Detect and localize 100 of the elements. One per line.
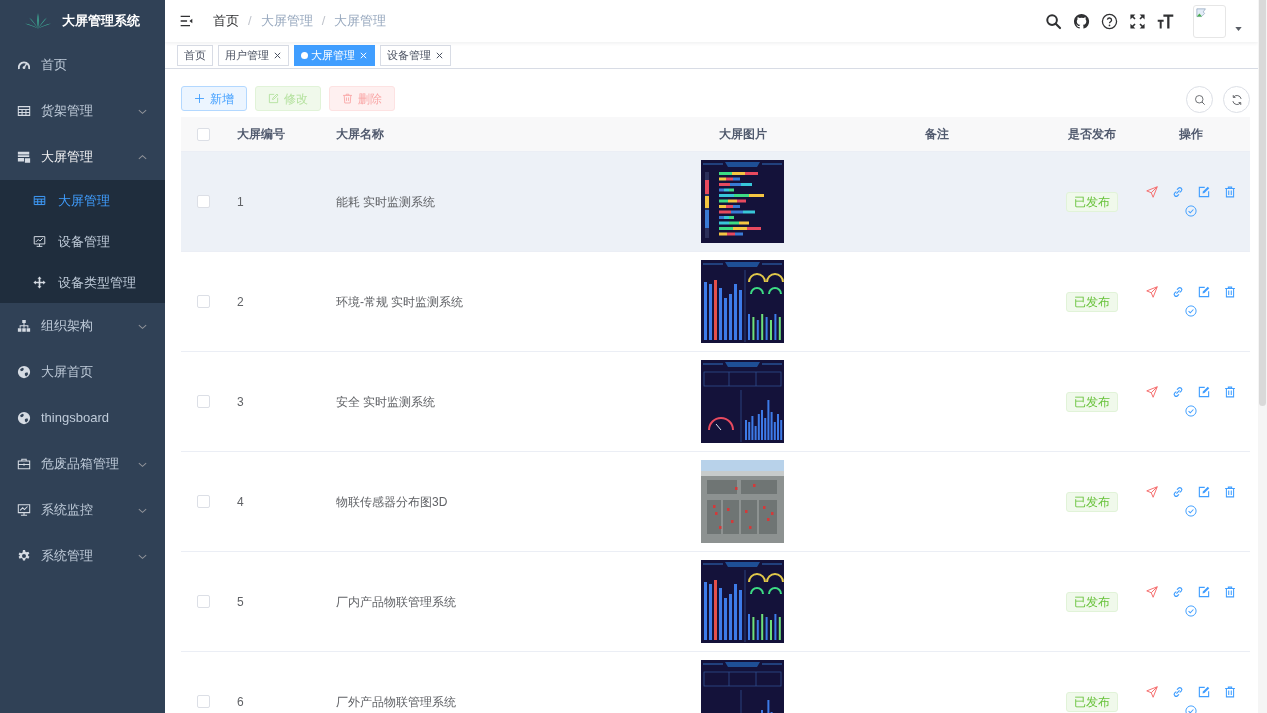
check-circle-icon[interactable] — [1185, 505, 1197, 517]
menu-item[interactable]: 系统管理 — [0, 533, 165, 579]
help-icon[interactable] — [1101, 12, 1118, 30]
delete-icon[interactable] — [1224, 486, 1236, 498]
table-icon — [33, 194, 46, 207]
send-icon[interactable] — [1146, 486, 1158, 498]
link-icon[interactable] — [1172, 286, 1184, 298]
table-cell-text: 1 — [236, 193, 244, 210]
checkbox[interactable] — [197, 395, 210, 408]
fullscreen-icon[interactable] — [1129, 12, 1146, 30]
menu-item[interactable]: 组织架构 — [0, 303, 165, 349]
search-toggle-button[interactable] — [1186, 86, 1213, 113]
gauge-icon — [17, 58, 31, 72]
caret-down-icon[interactable] — [1235, 27, 1242, 31]
trash-icon — [342, 93, 353, 104]
tab[interactable]: 设备管理 — [380, 44, 451, 66]
table-cell-text: 安全 实时监测系统 — [335, 393, 436, 410]
menu-item[interactable]: 危废品箱管理 — [0, 441, 165, 487]
tab[interactable]: 首页 — [177, 44, 213, 66]
menu-item[interactable]: 大屏管理 — [0, 134, 165, 180]
send-icon[interactable] — [1146, 186, 1158, 198]
checkbox[interactable] — [197, 295, 210, 308]
delete-icon[interactable] — [1224, 386, 1236, 398]
link-icon[interactable] — [1172, 486, 1184, 498]
breadcrumb-item: 大屏管理 — [334, 12, 387, 31]
link-icon[interactable] — [1172, 586, 1184, 598]
avatar-image[interactable] — [1193, 4, 1226, 38]
status-tag: 已发布 — [1066, 691, 1118, 712]
send-icon[interactable] — [1146, 586, 1158, 598]
breadcrumb-separator: / — [248, 12, 252, 31]
hierarchy-icon — [17, 319, 31, 333]
link-icon[interactable] — [1172, 386, 1184, 398]
delete-icon[interactable] — [1224, 586, 1236, 598]
table-cell-text: 环境-常规 实时监测系统 — [335, 293, 464, 310]
submenu-item[interactable]: 设备管理 — [0, 221, 165, 262]
globe-icon — [17, 411, 31, 425]
font-size-icon[interactable] — [1157, 12, 1174, 30]
menu-item[interactable]: 大屏首页 — [0, 349, 165, 395]
check-circle-icon[interactable] — [1185, 205, 1197, 217]
table-cell-text: 5 — [236, 593, 244, 610]
menu-item[interactable]: 货架管理 — [0, 88, 165, 134]
edit-icon[interactable] — [1198, 186, 1210, 198]
link-icon[interactable] — [1172, 186, 1184, 198]
check-circle-icon[interactable] — [1185, 405, 1197, 417]
delete-icon[interactable] — [1224, 186, 1236, 198]
table-cell-text: 6 — [236, 693, 244, 710]
edit-icon[interactable] — [1198, 586, 1210, 598]
send-icon[interactable] — [1146, 286, 1158, 298]
menu-item[interactable]: 首页 — [0, 42, 165, 88]
close-icon[interactable] — [435, 50, 444, 60]
status-tag: 已发布 — [1066, 391, 1118, 412]
status-tag: 已发布 — [1066, 191, 1118, 212]
status-tag: 已发布 — [1066, 291, 1118, 312]
scrollbar-thumb[interactable] — [1259, 0, 1266, 406]
close-icon[interactable] — [273, 50, 282, 60]
delete-icon[interactable] — [1224, 686, 1236, 698]
edit-icon[interactable] — [1198, 286, 1210, 298]
table-cell-text: 厂内产品物联管理系统 — [335, 593, 456, 610]
link-icon[interactable] — [1172, 686, 1184, 698]
checkbox[interactable] — [197, 595, 210, 608]
menu-item[interactable]: thingsboard — [0, 395, 165, 441]
search-icon[interactable] — [1045, 12, 1062, 30]
delete-icon[interactable] — [1224, 286, 1236, 298]
breadcrumb-link[interactable]: 首页 — [213, 11, 239, 31]
column-header: 操作 — [1179, 126, 1204, 143]
edit-icon[interactable] — [1198, 686, 1210, 698]
tab[interactable]: 用户管理 — [218, 44, 289, 66]
broken-image-icon — [1196, 7, 1208, 20]
table-cell-text: 厂外产品物联管理系统 — [335, 693, 456, 710]
column-header: 大屏编号 — [236, 126, 285, 143]
column-header: 备注 — [925, 126, 949, 143]
checkbox[interactable] — [197, 495, 210, 508]
edit-icon[interactable] — [1198, 386, 1210, 398]
search-icon — [1193, 93, 1206, 106]
send-icon[interactable] — [1146, 386, 1158, 398]
checkbox[interactable] — [197, 195, 210, 208]
submenu-item[interactable]: 设备类型管理 — [0, 262, 165, 303]
github-icon[interactable] — [1073, 12, 1090, 30]
table-cell-text: 2 — [236, 293, 244, 310]
check-circle-icon[interactable] — [1185, 305, 1197, 317]
monitor-chart-icon — [17, 503, 31, 517]
checkbox[interactable] — [197, 695, 210, 708]
checkbox[interactable] — [197, 127, 210, 141]
globe-icon — [17, 365, 31, 379]
check-circle-icon[interactable] — [1185, 605, 1197, 617]
edit-icon[interactable] — [1198, 486, 1210, 498]
move-arrows-icon — [33, 276, 46, 289]
table-cell-text: 4 — [236, 493, 244, 510]
column-header: 大屏名称 — [335, 126, 384, 143]
status-tag: 已发布 — [1066, 591, 1118, 612]
breadcrumb-item: 大屏管理 — [260, 12, 313, 31]
menu-icon[interactable] — [179, 14, 194, 28]
layout-icon — [17, 150, 31, 164]
menu-item[interactable]: 系统监控 — [0, 487, 165, 533]
app-title: 大屏管理系统 — [62, 12, 140, 31]
monitor-chart-icon — [33, 235, 46, 248]
column-header: 大屏图片 — [718, 126, 767, 143]
refresh-button[interactable] — [1223, 86, 1250, 113]
submenu-item[interactable]: 大屏管理 — [0, 180, 165, 221]
send-icon[interactable] — [1146, 686, 1158, 698]
